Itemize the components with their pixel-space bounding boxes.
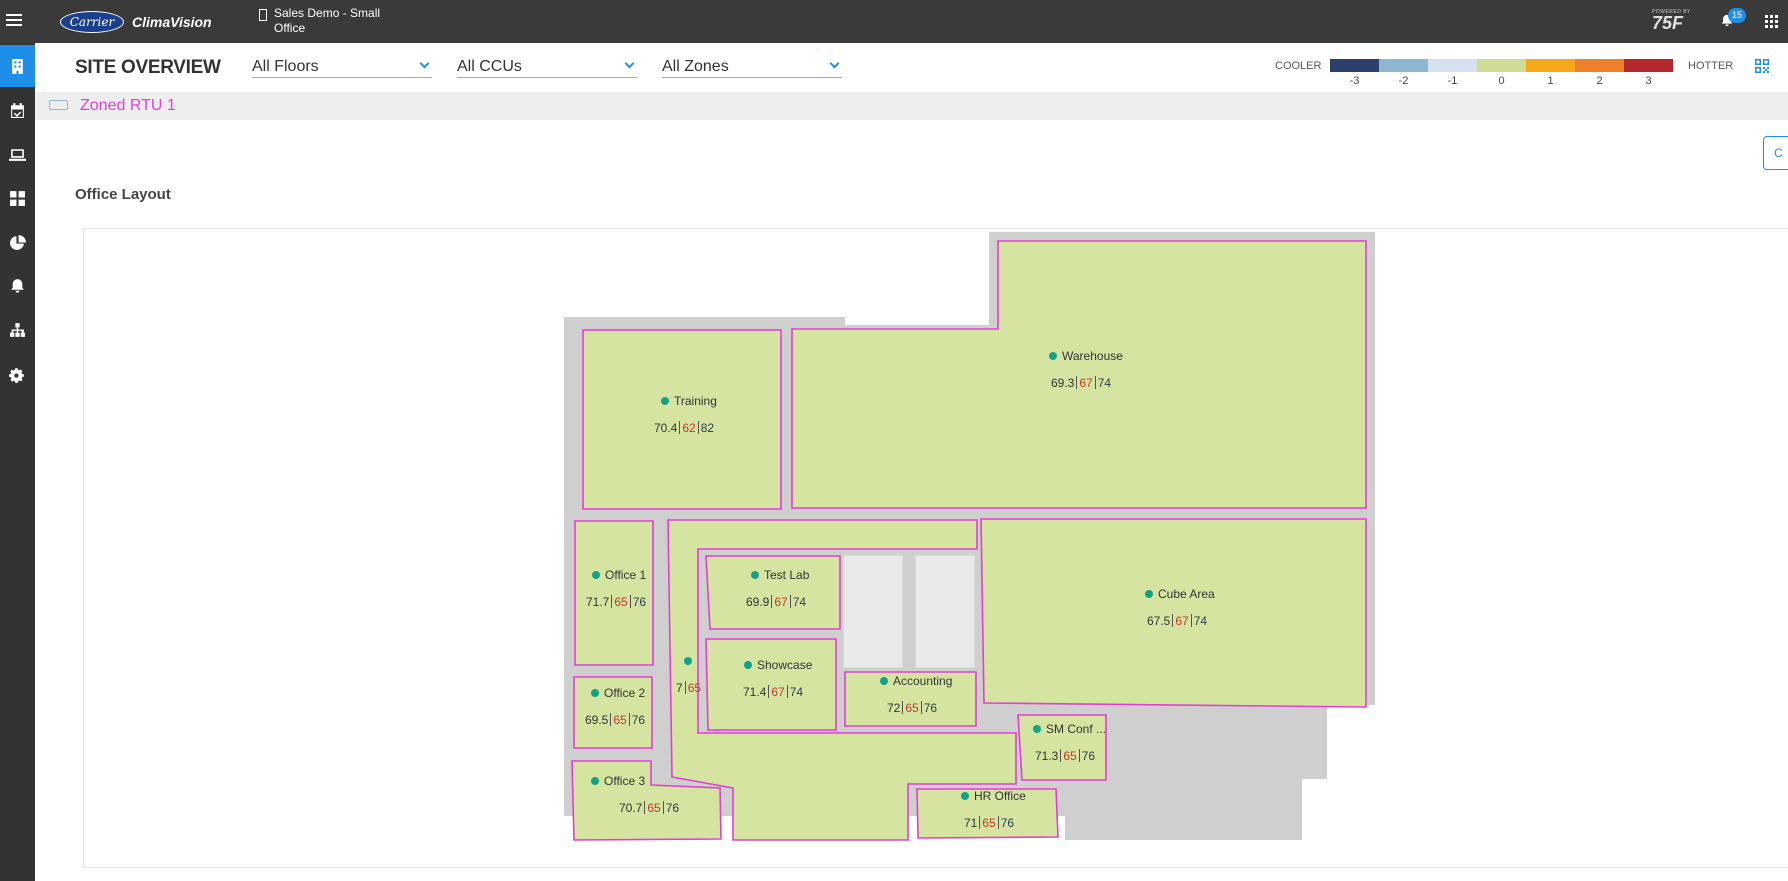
zone-name: Showcase (757, 658, 813, 672)
zone-label-hr-office[interactable]: HR Office (961, 789, 1026, 803)
current-temp: 69.5 (585, 713, 609, 727)
cool-setpoint: 82 (700, 421, 715, 435)
zone-training (582, 329, 782, 510)
cool-setpoint: 76 (923, 701, 938, 715)
heat-setpoint: 67 (1079, 376, 1093, 390)
zone-status-dot (961, 792, 969, 800)
current-temp: 71.4 (743, 685, 767, 699)
restroom-block-2 (914, 554, 976, 669)
cool-setpoint: 76 (632, 595, 647, 609)
zone-status-dot (1049, 352, 1057, 360)
zone-label-warehouse[interactable]: Warehouse (1049, 349, 1123, 363)
cool-setpoint: 74 (792, 595, 807, 609)
zone-status-dot (591, 777, 599, 785)
zone-temps-test-lab: 69.9 67 74 (746, 595, 806, 609)
zone-label-showcase[interactable]: Showcase (744, 658, 812, 672)
zone-warehouse (791, 240, 1367, 509)
zone-status-dot (661, 397, 669, 405)
zone-temps-corridor: 7 65 (676, 681, 701, 695)
zone-label-office-3[interactable]: Office 3 (591, 774, 645, 788)
zone-name: Cube Area (1158, 587, 1215, 601)
current-temp: 71.7 (586, 595, 610, 609)
zone-name: SM Conf ... (1046, 722, 1107, 736)
cool-setpoint: 74 (789, 685, 804, 699)
zone-temps-warehouse: 69.3 67 74 (1051, 376, 1111, 390)
heat-setpoint: 65 (687, 681, 702, 695)
zone-temps-office-3: 70.7 65 76 (619, 801, 679, 815)
heat-setpoint: 62 (682, 421, 696, 435)
current-temp: 67.5 (1147, 614, 1171, 628)
current-temp: 70.7 (619, 801, 643, 815)
zone-temps-accounting: 72 65 76 (887, 701, 937, 715)
zone-name: Warehouse (1062, 349, 1123, 363)
heat-setpoint: 65 (982, 816, 996, 830)
zone-label-corridor[interactable] (684, 654, 697, 668)
current-temp: 71 (964, 816, 978, 830)
zone-status-dot (1145, 590, 1153, 598)
zone-label-test-lab[interactable]: Test Lab (751, 568, 809, 582)
zone-office-1 (574, 520, 654, 666)
zone-test-lab (705, 555, 841, 630)
restroom-block-1 (842, 554, 904, 669)
zone-status-dot (744, 661, 752, 669)
zone-name: Office 1 (605, 568, 647, 582)
heat-setpoint: 65 (905, 701, 919, 715)
zone-temps-cube-area: 67.5 67 74 (1147, 614, 1207, 628)
heat-setpoint: 65 (614, 595, 628, 609)
zone-label-office-1[interactable]: Office 1 (592, 568, 646, 582)
zone-status-dot (751, 571, 759, 579)
zone-status-dot (591, 689, 599, 697)
zone-label-accounting[interactable]: Accounting (880, 674, 952, 688)
zone-label-training[interactable]: Training (661, 394, 717, 408)
current-temp: 69.9 (746, 595, 770, 609)
heat-setpoint: 67 (771, 685, 785, 699)
heat-setpoint: 67 (1175, 614, 1189, 628)
zone-name: Training (674, 394, 717, 408)
zone-name: Office 3 (604, 774, 646, 788)
cool-setpoint: 74 (1097, 376, 1112, 390)
zone-label-cube-area[interactable]: Cube Area (1145, 587, 1215, 601)
current-temp: 69.3 (1051, 376, 1075, 390)
cool-setpoint: 74 (1193, 614, 1208, 628)
zone-temps-hr-office: 71 65 76 (964, 816, 1014, 830)
zone-temps-office-1: 71.7 65 76 (586, 595, 646, 609)
zone-label-office-2[interactable]: Office 2 (591, 686, 645, 700)
heat-setpoint: 65 (647, 801, 661, 815)
zone-name: Accounting (893, 674, 953, 688)
cool-setpoint: 76 (1000, 816, 1015, 830)
heat-setpoint: 67 (774, 595, 788, 609)
current-temp: 72 (887, 701, 901, 715)
heat-setpoint: 65 (1063, 749, 1077, 763)
zone-label-sm-conf[interactable]: SM Conf ... (1033, 722, 1106, 736)
zone-status-dot (592, 571, 600, 579)
cool-setpoint: 76 (631, 713, 646, 727)
zone-status-dot (684, 657, 692, 665)
current-temp: 7 (676, 681, 683, 695)
zone-status-dot (880, 677, 888, 685)
cool-setpoint: 76 (665, 801, 680, 815)
current-temp: 71.3 (1035, 749, 1059, 763)
zone-temps-office-2: 69.5 65 76 (585, 713, 645, 727)
zone-temps-training: 70.4 62 82 (654, 421, 714, 435)
current-temp: 70.4 (654, 421, 678, 435)
zone-cube-area (980, 518, 1367, 708)
zone-status-dot (1033, 725, 1041, 733)
floor-plan (564, 232, 1375, 841)
zone-name: HR Office (974, 789, 1026, 803)
zone-name: Test Lab (764, 568, 810, 582)
zone-name: Office 2 (604, 686, 646, 700)
cool-setpoint: 76 (1081, 749, 1096, 763)
zone-temps-sm-conf: 71.3 65 76 (1035, 749, 1095, 763)
zone-temps-showcase: 71.4 67 74 (743, 685, 803, 699)
heat-setpoint: 65 (613, 713, 627, 727)
